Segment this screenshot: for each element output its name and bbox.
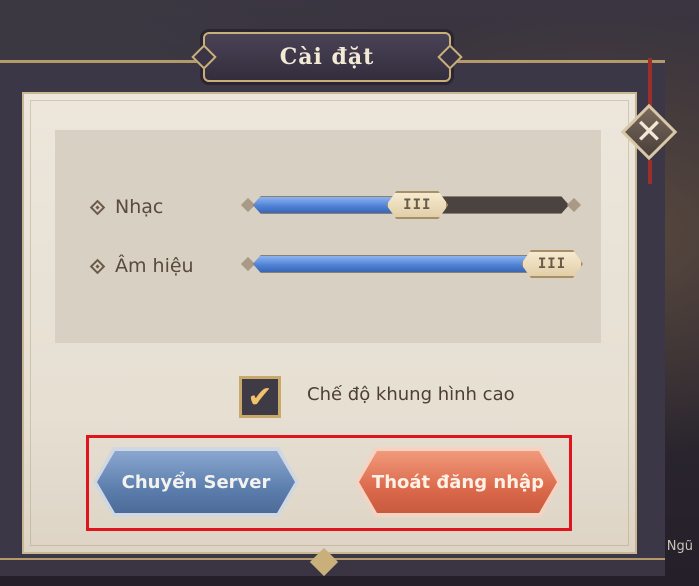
slider-end-left xyxy=(240,197,256,213)
high-frame-rate-label: Chế độ khung hình cao xyxy=(307,384,515,405)
slider-end-right xyxy=(566,197,582,213)
music-label: Nhạc xyxy=(115,196,164,218)
music-row-label: Nhạc xyxy=(89,196,164,218)
slider-fill xyxy=(254,256,552,272)
close-icon: ✕ xyxy=(634,112,664,152)
close-button[interactable]: ✕ xyxy=(620,103,678,161)
slider-handle[interactable]: III xyxy=(386,191,448,219)
high-frame-rate-checkbox[interactable]: ✔ xyxy=(239,376,281,418)
highlight-box xyxy=(86,435,572,531)
sfx-row-label: Âm hiệu xyxy=(89,255,194,277)
title-plate: Cài đặt xyxy=(203,32,451,82)
music-volume-slider[interactable]: III xyxy=(239,193,583,217)
slider-handle[interactable]: III xyxy=(521,250,583,278)
ornament-cord xyxy=(648,160,652,184)
audio-settings-box xyxy=(55,130,601,343)
sfx-label: Âm hiệu xyxy=(115,255,194,277)
side-menu-text: Ngũ xyxy=(666,539,693,554)
diamond-bullet-icon xyxy=(89,199,106,215)
slider-end-left xyxy=(240,256,256,272)
dialog-title: Cài đặt xyxy=(279,44,375,70)
diamond-bullet-icon xyxy=(89,258,106,274)
sfx-volume-slider[interactable]: III xyxy=(239,252,583,276)
checkmark-icon: ✔ xyxy=(247,379,273,415)
